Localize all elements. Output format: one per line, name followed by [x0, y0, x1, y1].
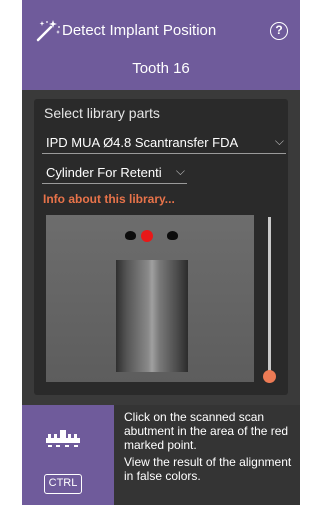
detect-implant-panel: Detect Implant Position ? Tooth 16 Selec…: [22, 0, 300, 505]
ctrl-key-badge: CTRL: [44, 474, 82, 494]
library-info-link[interactable]: Info about this library...: [43, 192, 175, 206]
library-variant-select[interactable]: Cylinder For Retenti ⌵: [42, 162, 187, 184]
instruction-icon-box: CTRL: [22, 405, 114, 505]
scan-dot-right: [167, 231, 178, 240]
chevron-down-icon: ⌵: [274, 134, 284, 148]
instruction-step-1: Click on the scanned scan abutment in th…: [124, 410, 289, 452]
instruction-panel: CTRL Click on the scanned scan abutment …: [22, 405, 300, 505]
scan-abutment-model: [116, 260, 188, 372]
scan-dot-left: [125, 231, 136, 240]
tooth-label: Tooth 16: [132, 60, 190, 77]
click-scan-icon: [46, 430, 80, 447]
instruction-text: Click on the scanned scan abutment in th…: [124, 410, 296, 486]
help-icon[interactable]: ?: [270, 22, 288, 40]
library-part-select[interactable]: IPD MUA Ø4.8 Scantransfer FDA ⌵: [42, 132, 286, 154]
magic-wand-icon: [36, 20, 60, 42]
target-marker-icon: [141, 230, 153, 242]
panel-title: Detect Implant Position: [62, 22, 217, 39]
instruction-step-2: View the result of the alignment in fals…: [124, 455, 292, 483]
panel-header: Detect Implant Position ? Tooth 16: [22, 0, 300, 90]
vertical-slider-thumb[interactable]: [263, 370, 276, 383]
scan-preview-viewport[interactable]: [46, 215, 254, 382]
chevron-down-icon: ⌵: [175, 164, 185, 178]
library-parts-group: Select library parts IPD MUA Ø4.8 Scantr…: [34, 99, 288, 395]
library-variant-value: Cylinder For Retenti: [46, 165, 162, 180]
section-label: Select library parts: [44, 105, 160, 121]
library-part-value: IPD MUA Ø4.8 Scantransfer FDA: [46, 135, 239, 150]
vertical-slider-track[interactable]: [268, 217, 271, 377]
